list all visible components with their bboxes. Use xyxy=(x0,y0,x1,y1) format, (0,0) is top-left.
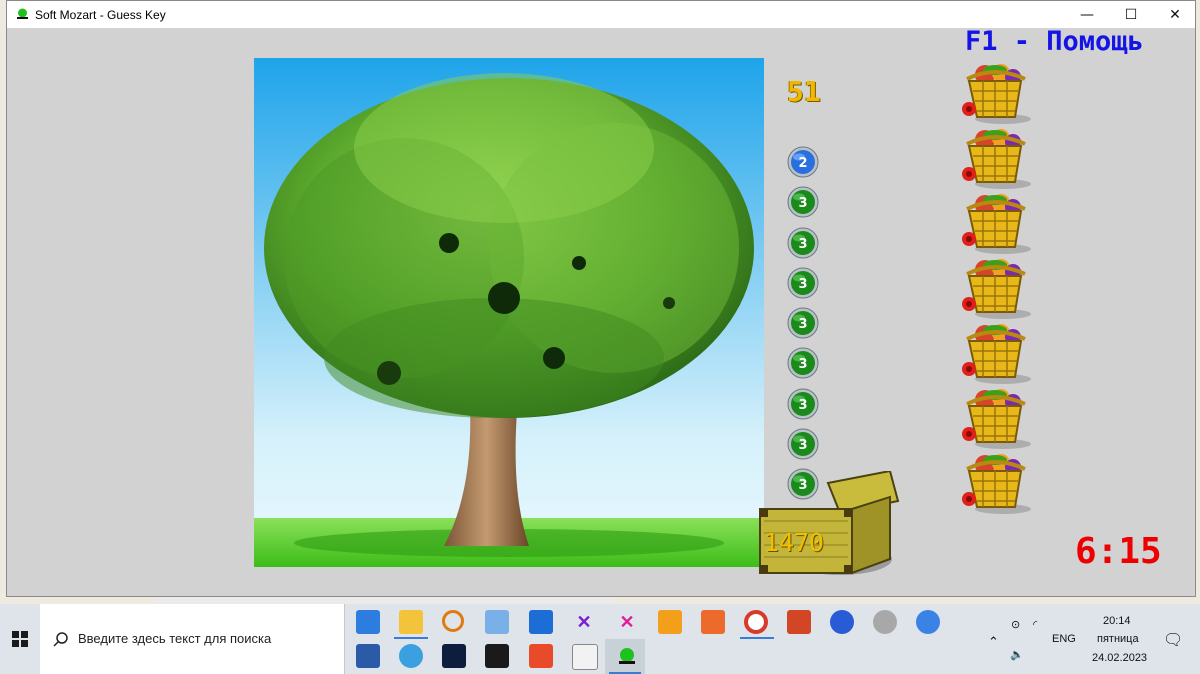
treasure-chest-icon xyxy=(759,471,900,575)
coin-value: 3 xyxy=(798,357,807,372)
fruit-basket-icon xyxy=(955,191,1035,256)
coin-column: 233333333 xyxy=(787,146,823,509)
note-coin-icon: 3 xyxy=(787,227,819,259)
volume-icon[interactable]: 🔈 xyxy=(1010,648,1024,661)
close-button[interactable]: ✕ xyxy=(1153,1,1195,28)
language-indicator[interactable]: ENG xyxy=(1052,633,1076,645)
window-title: Soft Mozart - Guess Key xyxy=(35,8,166,22)
app-icon[interactable] xyxy=(873,610,897,634)
score-counter: 51 xyxy=(787,75,821,108)
file-explorer-icon[interactable] xyxy=(399,610,423,634)
app-icon[interactable] xyxy=(529,644,553,668)
note-coin-icon: 3 xyxy=(787,428,819,460)
tree-scene[interactable] xyxy=(254,58,764,567)
note-coin-icon: 3 xyxy=(787,267,819,299)
running-indicator xyxy=(394,637,428,639)
soft-mozart-icon[interactable] xyxy=(615,644,639,668)
music-app-icon[interactable] xyxy=(658,610,682,634)
coin-value: 2 xyxy=(798,156,807,171)
help-hint: F1 - Помощь xyxy=(965,26,1144,57)
clock-date[interactable]: 24.02.2023 xyxy=(1092,652,1147,664)
app-icon[interactable]: ✕ xyxy=(572,610,596,634)
note-coin-icon: 3 xyxy=(787,186,819,218)
fruit-basket-icon xyxy=(955,451,1035,516)
chest-value: 1470 xyxy=(763,528,825,557)
search-icon xyxy=(53,632,68,647)
game-timer: 6:15 xyxy=(1075,531,1162,572)
notifications-icon[interactable]: 🗨 xyxy=(1163,630,1183,650)
note-coin-icon: 3 xyxy=(787,347,819,379)
minimize-button[interactable]: — xyxy=(1065,1,1109,28)
note-coin-icon: 3 xyxy=(787,307,819,339)
app-icon[interactable] xyxy=(572,644,598,670)
maximize-button[interactable]: ☐ xyxy=(1109,1,1153,28)
video-app-icon[interactable] xyxy=(701,610,725,634)
app-icon[interactable]: ✕ xyxy=(615,610,639,634)
word-icon[interactable] xyxy=(356,644,380,668)
title-bar[interactable]: Soft Mozart - Guess Key — ☐ ✕ xyxy=(7,1,1195,28)
chrome-icon[interactable] xyxy=(744,610,768,634)
windows-start-icon xyxy=(12,631,28,647)
fruit-basket-icon xyxy=(955,386,1035,451)
app-icon[interactable] xyxy=(830,610,854,634)
taskbar-search[interactable]: Введите здесь текст для поиска xyxy=(40,604,345,674)
photoshop-icon[interactable] xyxy=(442,644,466,668)
search-input[interactable]: Введите здесь текст для поиска xyxy=(78,631,271,646)
coin-value: 3 xyxy=(798,277,807,292)
app-icon[interactable] xyxy=(485,610,509,634)
search-app-icon[interactable] xyxy=(442,610,464,632)
store-icon[interactable] xyxy=(356,610,380,634)
film-app-icon[interactable] xyxy=(485,644,509,668)
coin-value: 3 xyxy=(798,196,807,211)
clock-weekday[interactable]: пятница xyxy=(1097,633,1139,645)
app-icon[interactable] xyxy=(399,644,423,668)
soft-mozart-logo-icon xyxy=(17,8,28,19)
clock-time[interactable]: 20:14 xyxy=(1103,615,1131,627)
fruit-basket-column xyxy=(955,61,1045,516)
fruit-basket-icon xyxy=(955,61,1035,126)
note-coin-icon: 2 xyxy=(787,146,819,178)
fruit-basket-icon xyxy=(955,321,1035,386)
note-coin-icon: 3 xyxy=(787,388,819,420)
game-area[interactable]: 51 F1 - Помощь 6:15 233333333 1470 xyxy=(7,26,1195,596)
powerpoint-icon[interactable] xyxy=(787,610,811,634)
app-icon[interactable] xyxy=(529,610,553,634)
coin-value: 3 xyxy=(798,237,807,252)
coin-value: 3 xyxy=(798,317,807,332)
coin-value: 3 xyxy=(798,438,807,453)
coin-value: 3 xyxy=(798,398,807,413)
start-button[interactable] xyxy=(0,604,40,674)
tray-app-icon[interactable]: ⊙ xyxy=(1011,618,1020,631)
app-window: Soft Mozart - Guess Key — ☐ ✕ 51 F1 - По… xyxy=(6,0,1196,597)
network-icon[interactable]: ◜ xyxy=(1033,618,1037,631)
fruit-basket-icon xyxy=(955,256,1035,321)
taskbar: Введите здесь текст для поиска ✕ ✕ ⌃ ⊙ ◜… xyxy=(0,604,1200,674)
tray-overflow-icon[interactable]: ⌃ xyxy=(988,634,999,650)
fruit-basket-icon xyxy=(955,126,1035,191)
running-indicator xyxy=(740,637,774,639)
app-icon[interactable] xyxy=(916,610,940,634)
